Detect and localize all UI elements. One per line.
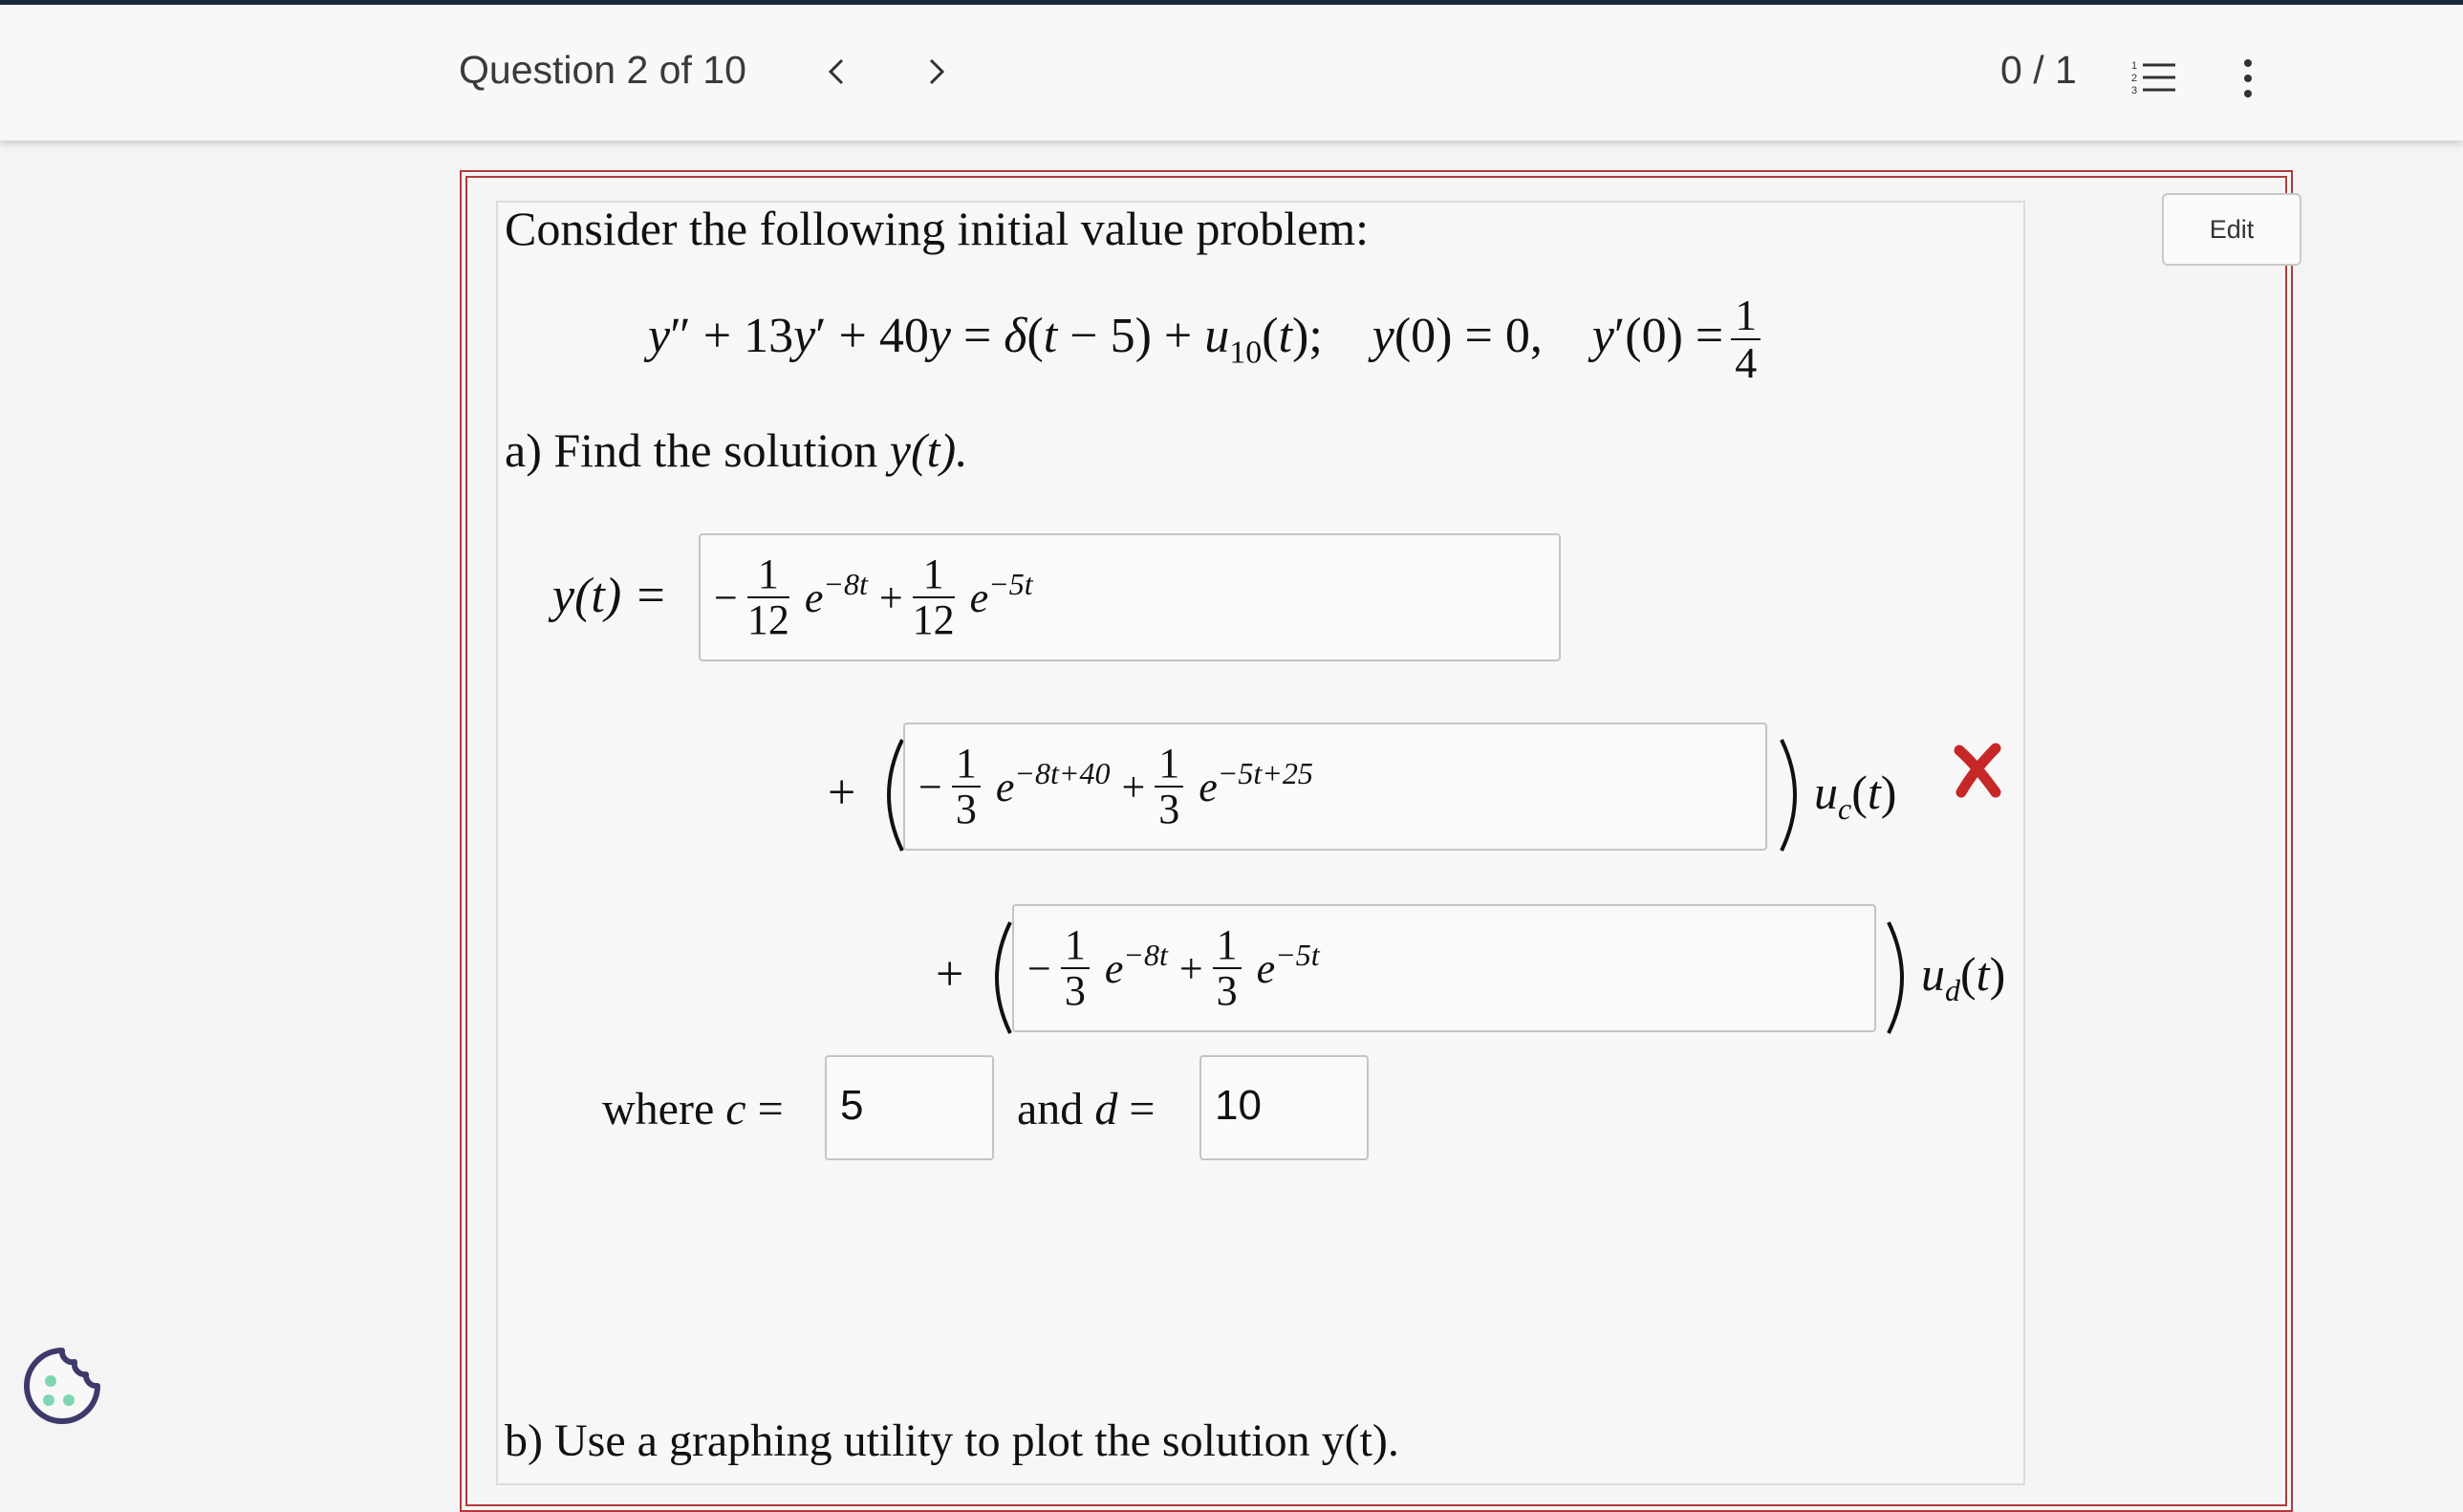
edit-button[interactable]: Edit: [2162, 193, 2301, 266]
part-b-prompt: b) Use a graphing utility to plot the so…: [505, 1415, 1399, 1466]
part-a-prompt: a) Find the solution y(t).: [505, 423, 968, 477]
plus-sign: +: [828, 766, 856, 820]
u-c-coefficient-field[interactable]: − 13 e −8t+40 + 13 e −5t+25: [903, 723, 1767, 851]
incorrect-icon: [1954, 743, 2001, 798]
c-label: where c =: [602, 1084, 784, 1134]
more-vertical-icon[interactable]: [2236, 58, 2259, 98]
cookie-settings-icon[interactable]: [19, 1343, 105, 1429]
svg-text:3: 3: [2131, 85, 2137, 97]
y-t-label: y(t) =: [552, 569, 668, 623]
d-label: and d =: [1017, 1084, 1156, 1134]
score-display: 0 / 1: [2000, 48, 2077, 92]
question-counter: Question 2 of 10: [459, 48, 746, 92]
question-header: Question 2 of 10 0 / 1 1 2 3: [0, 5, 2463, 140]
c-input[interactable]: 5: [825, 1055, 994, 1160]
y-t-answer-field[interactable]: − 1 12 e −8t + 1 12 e −5t: [699, 533, 1561, 661]
u-d-function: ud(t): [1921, 947, 2006, 1007]
chevron-right-icon[interactable]: [918, 51, 956, 93]
plus-sign: +: [936, 947, 964, 1002]
svg-text:2: 2: [2131, 73, 2137, 84]
u-c-function: uc(t): [1814, 766, 1897, 826]
right-paren: [1887, 921, 1904, 1034]
problem-intro: Consider the following initial value pro…: [505, 202, 1370, 255]
left-paren: [995, 921, 1012, 1034]
left-paren: [887, 739, 904, 852]
d-input[interactable]: 10: [1199, 1055, 1369, 1160]
u-d-coefficient-field[interactable]: − 13 e −8t + 13 e −5t: [1012, 904, 1876, 1032]
right-paren: [1780, 739, 1797, 852]
ivp-equation: y″ + 13y′ + 40y = δ(t − 5) + u10(t); y(0…: [648, 282, 1761, 397]
svg-text:1: 1: [2131, 60, 2137, 72]
chevron-left-icon[interactable]: [817, 51, 855, 93]
numbered-list-icon[interactable]: 1 2 3: [2131, 58, 2177, 97]
